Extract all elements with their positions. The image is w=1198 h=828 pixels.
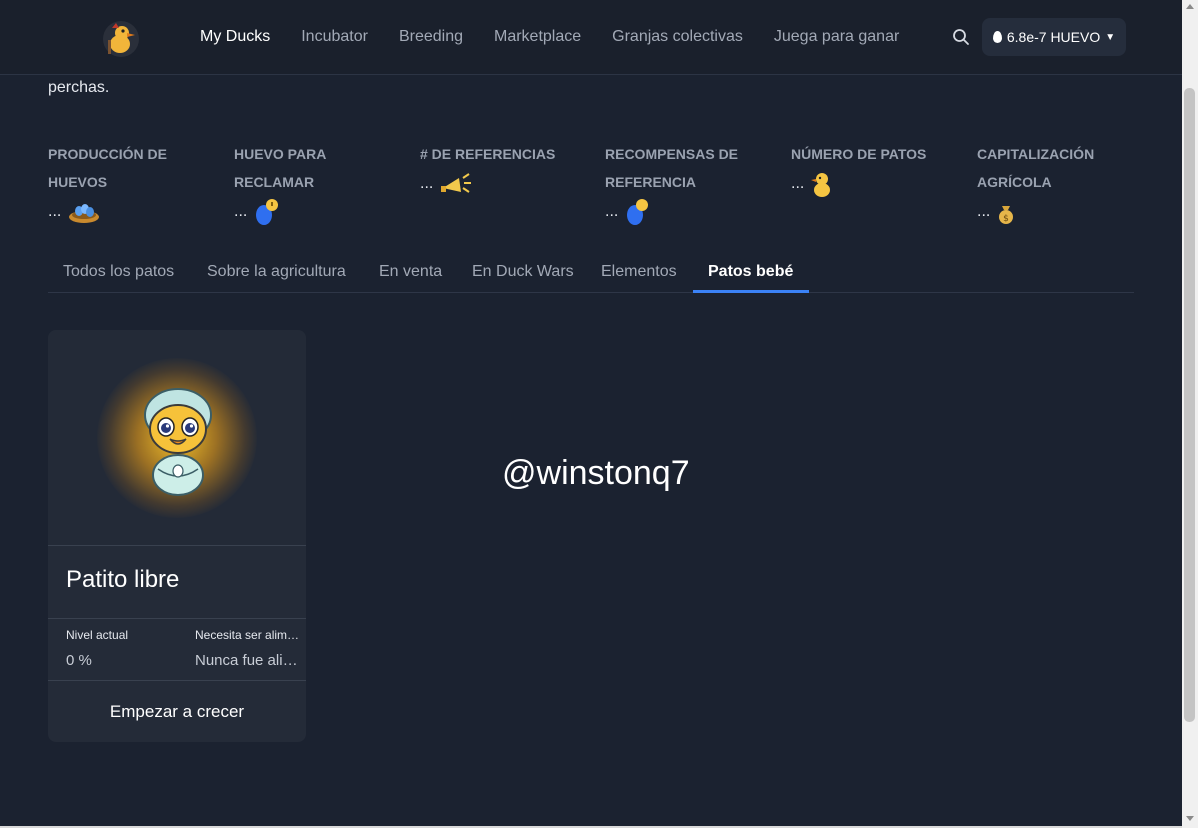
intro-text: perchas.	[48, 79, 110, 96]
svg-text:$: $	[1003, 214, 1009, 224]
megaphone-icon	[441, 173, 472, 193]
stat-egg-to-claim: HUEVO PARA RECLAMAR ...	[234, 140, 409, 226]
active-tab-indicator	[693, 290, 809, 293]
stat-value: ...	[234, 203, 248, 220]
stat-value: ...	[605, 203, 619, 220]
blue-egg-coin-icon	[627, 199, 649, 225]
stat-label: RECOMPENSAS DE REFERENCIA	[605, 146, 739, 190]
nav-my-ducks[interactable]: My Ducks	[200, 28, 270, 46]
egg-nest-icon	[69, 204, 100, 223]
feed-value: Nunca fue alimentado	[195, 652, 303, 669]
stat-referral-rewards: RECOMPENSAS DE REFERENCIA ...	[605, 140, 780, 226]
level-value: 0 %	[66, 652, 92, 669]
tab-todos-los-patos[interactable]: Todos los patos	[63, 252, 174, 292]
watermark: @winstonq7	[502, 454, 690, 492]
tab-elementos[interactable]: Elementos	[601, 252, 677, 292]
search-icon[interactable]	[952, 28, 970, 46]
tab-sobre-la-agricultura[interactable]: Sobre la agricultura	[207, 252, 346, 292]
level-label: Nivel actual	[66, 628, 129, 642]
money-bag-icon: $	[999, 206, 1014, 224]
tab-en-duck-wars[interactable]: En Duck Wars	[472, 252, 574, 292]
nav-marketplace[interactable]: Marketplace	[494, 28, 581, 46]
balance-dropdown[interactable]: 6.8e-7 HUEVO ▼	[982, 18, 1126, 56]
stat-label: HUEVO PARA RECLAMAR	[234, 146, 326, 190]
stat-label: CAPITALIZACIÓN AGRÍCOLA	[977, 146, 1095, 190]
card-title: Patito libre	[66, 566, 180, 593]
duck-logo-icon[interactable]	[102, 20, 140, 58]
baby-duck-card: Patito libre Nivel actual 0 % Necesita s…	[48, 330, 306, 742]
nav-juega-para-ganar[interactable]: Juega para ganar	[774, 28, 899, 46]
top-header: My Ducks Incubator Breeding Marketplace …	[0, 0, 1182, 75]
balance-amount: 6.8e-7 HUEVO	[1006, 29, 1101, 45]
nav-granjas-colectivas[interactable]: Granjas colectivas	[612, 28, 743, 46]
stat-value: ...	[48, 203, 62, 220]
scroll-down-arrow-icon[interactable]	[1186, 816, 1194, 821]
start-growing-button[interactable]: Empezar a crecer	[48, 681, 306, 742]
main-nav: My Ducks Incubator Breeding Marketplace …	[200, 0, 930, 74]
chevron-down-icon: ▼	[1105, 31, 1116, 43]
scrollbar-thumb[interactable]	[1184, 88, 1195, 722]
divider	[48, 618, 306, 619]
stat-duck-count: NÚMERO DE PATOS ...	[791, 140, 966, 198]
egg-icon	[992, 31, 1002, 43]
stat-value: ...	[791, 175, 805, 192]
tab-patos-bebe[interactable]: Patos bebé	[708, 252, 793, 292]
stat-value: ...	[977, 203, 991, 220]
stat-farm-capitalization: CAPITALIZACIÓN AGRÍCOLA ... $	[977, 140, 1152, 226]
card-image	[48, 330, 306, 546]
stat-label: NÚMERO DE PATOS	[791, 146, 927, 162]
duck-tabs: Todos los patos Sobre la agricultura En …	[48, 252, 1134, 293]
blue-egg-clock-icon	[256, 199, 279, 225]
stat-label: # DE REFERENCIAS	[420, 146, 556, 162]
feed-label: Necesita ser alimentado	[195, 628, 303, 642]
stat-value: ...	[420, 175, 434, 192]
stat-egg-production: PRODUCCIÓN DE HUEVOS ...	[48, 140, 223, 226]
baby-duck-icon	[144, 388, 212, 496]
nav-breeding[interactable]: Breeding	[399, 28, 463, 46]
scroll-up-arrow-icon[interactable]	[1186, 4, 1194, 9]
stat-label: PRODUCCIÓN DE HUEVOS	[48, 146, 168, 190]
stat-referrals: # DE REFERENCIAS ...	[420, 140, 595, 198]
nav-incubator[interactable]: Incubator	[301, 28, 368, 46]
tab-en-venta[interactable]: En venta	[379, 252, 442, 292]
duck-icon	[811, 173, 831, 197]
